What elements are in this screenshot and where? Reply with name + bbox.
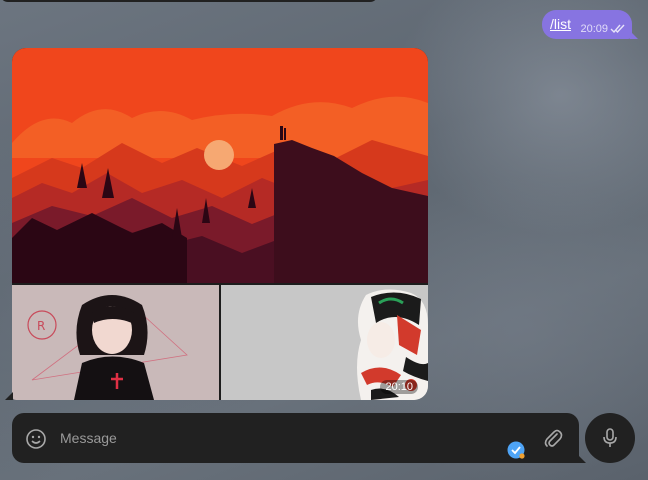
svg-text:R: R <box>37 319 45 333</box>
anime-girl-image: R <box>12 285 219 400</box>
command-link[interactable]: /list <box>550 16 571 32</box>
album-time: 20:10 <box>380 380 418 394</box>
smile-icon <box>26 429 46 449</box>
attach-button[interactable] <box>542 428 564 450</box>
microphone-icon <box>603 428 617 447</box>
message-meta: 20:09 <box>580 23 626 35</box>
message-time: 20:09 <box>580 23 608 35</box>
emoji-button[interactable] <box>25 428 47 450</box>
blue-check-badge-icon <box>507 441 525 459</box>
voice-record-button[interactable] <box>585 413 635 463</box>
album-bubble-tail <box>5 392 13 400</box>
message-input[interactable] <box>60 423 500 453</box>
sunset-landscape-photo[interactable] <box>12 48 428 283</box>
outgoing-message-bubble[interactable]: /list 20:09 <box>542 10 638 39</box>
previous-message-bubble <box>0 0 378 2</box>
message-composer <box>12 413 586 463</box>
paperclip-icon <box>544 429 563 447</box>
photo-album-message: R 20:10 <box>12 48 428 400</box>
anime-girl-photo[interactable]: R <box>12 285 219 400</box>
sunset-landscape-image <box>12 48 428 283</box>
double-check-icon <box>610 24 625 34</box>
verified-badge[interactable] <box>506 440 526 460</box>
